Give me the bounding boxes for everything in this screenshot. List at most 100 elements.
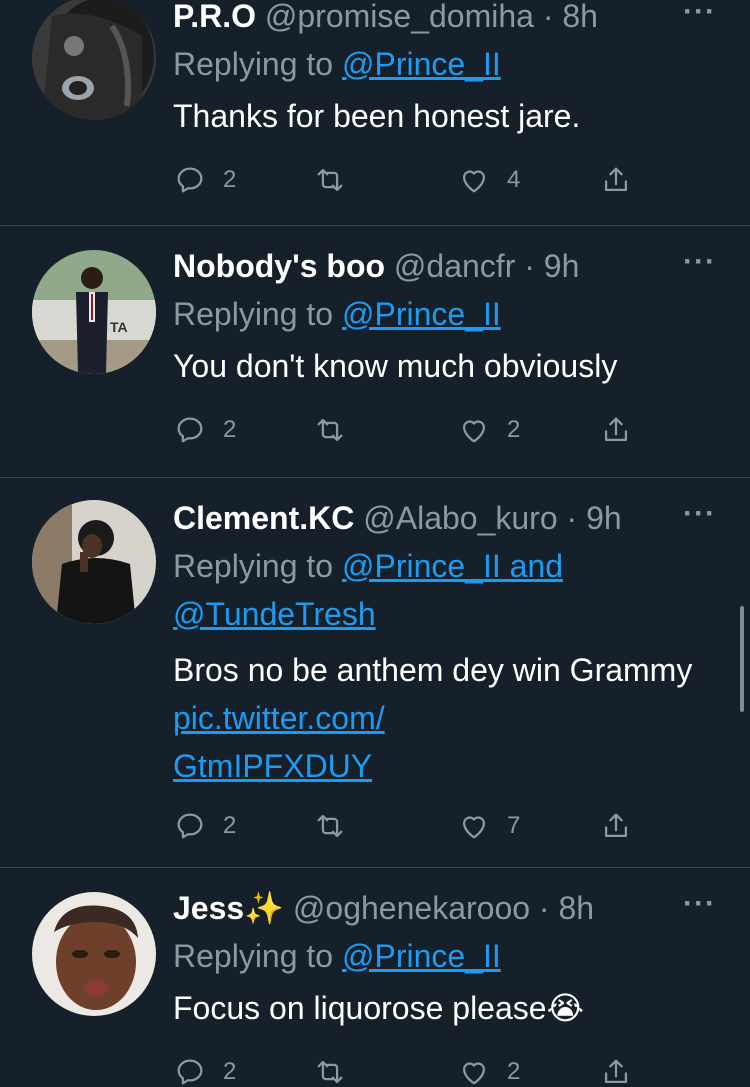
share-button[interactable] xyxy=(599,410,633,450)
retweet-button[interactable] xyxy=(313,160,363,200)
like-button[interactable]: 2 xyxy=(457,410,520,450)
mention-link[interactable]: @Prince_II xyxy=(342,296,501,332)
heart-icon xyxy=(462,816,486,839)
sparkles-emoji: ✨ xyxy=(244,890,285,926)
display-name[interactable]: Jess xyxy=(173,890,244,926)
tweet-actions: 2 7 xyxy=(173,806,730,846)
more-options-icon[interactable]: ··· xyxy=(683,0,716,32)
media-link[interactable]: pic.twitter.com/ xyxy=(173,700,385,736)
tweet[interactable]: TA Nobody's boo @dancfr · 9h ··· Replyin… xyxy=(0,226,750,478)
replying-to-label: Replying to xyxy=(173,296,334,332)
share-icon xyxy=(604,1059,628,1084)
tweet-header: Nobody's boo @dancfr · 9h ··· xyxy=(173,245,730,286)
reply-count: 2 xyxy=(223,166,237,193)
replying-to: Replying to @Prince_II xyxy=(173,40,730,88)
share-button[interactable] xyxy=(599,1052,633,1087)
user-handle[interactable]: @promise_domiha xyxy=(265,0,534,34)
retweet-icon xyxy=(317,168,343,192)
more-options-icon[interactable]: ··· xyxy=(683,884,716,924)
share-button[interactable] xyxy=(599,160,633,200)
timestamp[interactable]: 9h xyxy=(544,248,580,284)
tweet-actions: 2 2 xyxy=(173,1052,730,1087)
timestamp[interactable]: 9h xyxy=(586,500,622,536)
tweet-text: Bros no be anthem dey win Grammy pic.twi… xyxy=(173,646,730,790)
retweet-icon xyxy=(317,814,343,838)
tweet-text: You don't know much obviously xyxy=(173,348,618,384)
retweet-icon xyxy=(317,418,343,442)
separator: · xyxy=(566,500,578,536)
reply-icon xyxy=(177,1059,203,1085)
tweet-text: Thanks for been honest jare. xyxy=(173,98,581,134)
like-count: 7 xyxy=(507,812,521,839)
scrollbar[interactable] xyxy=(740,606,744,712)
timestamp[interactable]: 8h xyxy=(558,890,594,926)
user-handle[interactable]: @Alabo_kuro xyxy=(363,500,557,536)
tweet[interactable]: Jess✨ @oghenekarooo · 8h ··· Replying to… xyxy=(0,868,750,1087)
heart-icon xyxy=(462,1062,486,1085)
display-name[interactable]: P.R.O xyxy=(173,0,256,34)
reply-button[interactable]: 2 xyxy=(173,160,236,200)
reply-count: 2 xyxy=(223,416,237,443)
avatar[interactable] xyxy=(32,500,156,624)
avatar[interactable] xyxy=(32,892,156,1016)
tweet-actions: 2 2 xyxy=(173,410,730,450)
separator: · xyxy=(524,248,535,284)
user-handle[interactable]: @oghenekarooo xyxy=(293,890,530,926)
replying-to: Replying to @Prince_II and @TundeTresh xyxy=(173,542,730,638)
media-link-continued[interactable]: GtmIPFXDUY xyxy=(173,748,372,784)
crying-face-emoji: 😭 xyxy=(546,990,584,1026)
display-name[interactable]: Clement.KC xyxy=(173,500,354,536)
like-count: 2 xyxy=(507,1058,521,1085)
replying-to: Replying to @Prince_II xyxy=(173,932,730,980)
retweet-icon xyxy=(317,1060,343,1084)
mention-link[interactable]: @Prince_II and xyxy=(342,548,563,584)
reply-icon xyxy=(177,417,203,443)
reply-feed: P.R.O @promise_domiha · 8h ··· Replying … xyxy=(0,0,750,1087)
user-handle[interactable]: @dancfr xyxy=(394,248,515,284)
reply-icon xyxy=(177,813,203,839)
more-options-icon[interactable]: ··· xyxy=(683,242,716,282)
reply-button[interactable]: 2 xyxy=(173,1052,236,1087)
mention-link-2[interactable]: @TundeTresh xyxy=(173,596,376,632)
mention-link[interactable]: @Prince_II xyxy=(342,46,501,82)
replying-to-label: Replying to xyxy=(173,46,334,82)
reply-count: 2 xyxy=(223,1058,237,1085)
timestamp[interactable]: 8h xyxy=(562,0,598,34)
more-options-icon[interactable]: ··· xyxy=(683,494,716,534)
like-count: 2 xyxy=(507,416,521,443)
retweet-button[interactable] xyxy=(313,806,363,846)
tweet[interactable]: Clement.KC @Alabo_kuro · 9h ··· Replying… xyxy=(0,478,750,868)
share-icon xyxy=(604,813,628,838)
share-icon xyxy=(604,417,628,442)
separator: · xyxy=(538,890,550,926)
retweet-button[interactable] xyxy=(313,410,363,450)
replying-to: Replying to @Prince_II xyxy=(173,290,730,338)
heart-icon xyxy=(462,420,486,443)
reply-icon xyxy=(177,167,203,193)
share-icon xyxy=(604,167,628,192)
share-button[interactable] xyxy=(599,806,633,846)
mention-link[interactable]: @Prince_II xyxy=(342,938,501,974)
reply-button[interactable]: 2 xyxy=(173,806,236,846)
svg-text:TA: TA xyxy=(110,319,128,335)
replying-to-label: Replying to xyxy=(173,938,334,974)
avatar[interactable]: TA xyxy=(32,250,156,374)
tweet-actions: 2 4 xyxy=(173,160,730,200)
heart-icon xyxy=(462,170,486,193)
tweet-text-body: Focus on liquorose please xyxy=(173,990,547,1026)
tweet-header: Jess✨ @oghenekarooo · 8h ··· xyxy=(173,887,730,928)
tweet[interactable]: P.R.O @promise_domiha · 8h ··· Replying … xyxy=(0,0,750,226)
like-button[interactable]: 2 xyxy=(457,1052,520,1087)
tweet-header: Clement.KC @Alabo_kuro · 9h ··· xyxy=(173,497,730,538)
avatar[interactable] xyxy=(32,0,156,120)
display-name[interactable]: Nobody's boo xyxy=(173,248,385,284)
tweet-header: P.R.O @promise_domiha · 8h ··· xyxy=(173,0,730,36)
like-button[interactable]: 7 xyxy=(457,806,520,846)
like-button[interactable]: 4 xyxy=(457,160,520,200)
retweet-button[interactable] xyxy=(313,1052,363,1087)
separator: · xyxy=(542,0,554,34)
reply-button[interactable]: 2 xyxy=(173,410,236,450)
like-count: 4 xyxy=(507,166,521,193)
replying-to-label: Replying to xyxy=(173,548,334,584)
tweet-text: Focus on liquorose please😭 xyxy=(173,984,730,1032)
